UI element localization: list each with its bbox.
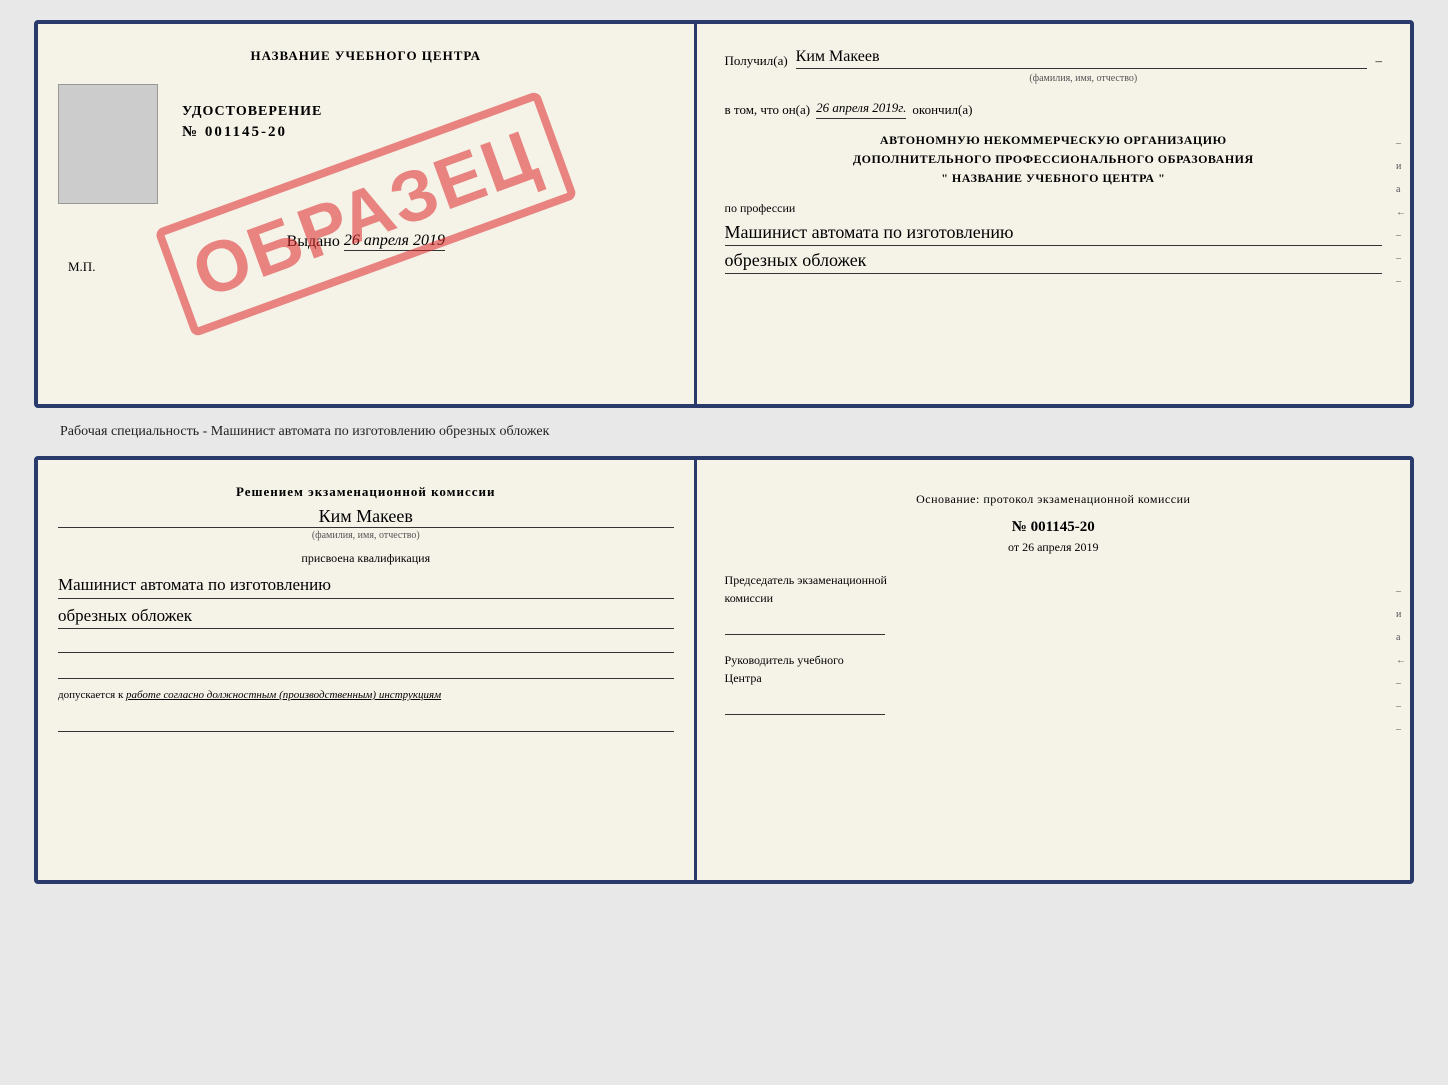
side-marks-top: – и а ← – – – bbox=[1396, 138, 1406, 287]
po-professii-label: по профессии bbox=[725, 201, 1382, 216]
kvalif-line2: обрезных обложек bbox=[58, 603, 674, 630]
ot-date: от 26 апреля 2019 bbox=[725, 540, 1382, 555]
small-line-3 bbox=[58, 712, 674, 732]
resheniem-text: Решением экзаменационной комиссии bbox=[58, 484, 674, 500]
udostoverenie-title: УДОСТОВЕРЕНИЕ bbox=[182, 104, 322, 120]
udostoverenie-number: № 001145-20 bbox=[182, 124, 322, 141]
predsedatel-line2: комиссии bbox=[725, 589, 1382, 607]
dopusk-italic: работе согласно должностным (производств… bbox=[126, 689, 441, 701]
rukovoditel-line2: Центра bbox=[725, 669, 1382, 687]
side-marks-bottom: – и а ← – – – bbox=[1396, 586, 1406, 735]
profession-line1: Машинист автомата по изготовлению bbox=[725, 220, 1382, 246]
avtonom-block: АВТОНОМНУЮ НЕКОММЕРЧЕСКУЮ ОРГАНИЗАЦИЮ ДО… bbox=[725, 131, 1382, 189]
prisvoena-label: присвоена квалификация bbox=[58, 551, 674, 566]
predsedatel-line1: Председатель экзаменационной bbox=[725, 571, 1382, 589]
bottom-doc-left: Решением экзаменационной комиссии Ким Ма… bbox=[38, 460, 697, 880]
small-line-2 bbox=[58, 659, 674, 679]
bottom-document: Решением экзаменационной комиссии Ким Ма… bbox=[34, 456, 1414, 884]
bottom-doc-right: Основание: протокол экзаменационной коми… bbox=[697, 460, 1410, 880]
ot-label: от bbox=[1008, 540, 1019, 554]
photo-placeholder bbox=[58, 84, 158, 204]
poluchil-dash: – bbox=[1375, 53, 1382, 69]
predsedatel-block: Председатель экзаменационной комиссии bbox=[725, 571, 1382, 635]
vtom-line: в том, что он(а) 26 апреля 2019г. окончи… bbox=[725, 100, 1382, 119]
protocol-number: № 001145-20 bbox=[725, 519, 1382, 536]
ot-date-val: 26 апреля 2019 bbox=[1022, 540, 1098, 554]
school-name-top: НАЗВАНИЕ УЧЕБНОГО ЦЕНТРА bbox=[251, 48, 482, 64]
dopusk-prefix: допускается к bbox=[58, 689, 123, 701]
bottom-right-content: Основание: протокол экзаменационной коми… bbox=[725, 484, 1382, 715]
avtonom-line2: ДОПОЛНИТЕЛЬНОГО ПРОФЕССИОНАЛЬНОГО ОБРАЗО… bbox=[725, 150, 1382, 169]
poluchil-line: Получил(а) Ким Макеев – bbox=[725, 48, 1382, 69]
kvalif-line1: Машинист автомата по изготовлению bbox=[58, 572, 674, 599]
avtonom-line3: " НАЗВАНИЕ УЧЕБНОГО ЦЕНТРА " bbox=[725, 169, 1382, 188]
poluchil-name: Ким Макеев bbox=[796, 48, 1368, 69]
predsedatel-sign-line bbox=[725, 611, 885, 635]
vtom-date: 26 апреля 2019г. bbox=[816, 100, 906, 119]
profession-line2: обрезных обложек bbox=[725, 248, 1382, 274]
between-label: Рабочая специальность - Машинист автомат… bbox=[60, 424, 549, 440]
top-doc-left: НАЗВАНИЕ УЧЕБНОГО ЦЕНТРА УДОСТОВЕРЕНИЕ №… bbox=[38, 24, 697, 404]
poluchil-label: Получил(а) bbox=[725, 53, 788, 69]
avtonom-line1: АВТОНОМНУЮ НЕКОММЕРЧЕСКУЮ ОРГАНИЗАЦИЮ bbox=[725, 131, 1382, 150]
top-document: НАЗВАНИЕ УЧЕБНОГО ЦЕНТРА УДОСТОВЕРЕНИЕ №… bbox=[34, 20, 1414, 408]
rukovoditel-line1: Руководитель учебного bbox=[725, 651, 1382, 669]
vtom-label: в том, что он(а) bbox=[725, 102, 811, 118]
mp-line: М.П. bbox=[58, 259, 674, 275]
bottom-name: Ким Макеев bbox=[58, 506, 674, 528]
okonchil-label: окончил(а) bbox=[912, 102, 972, 118]
vydano-label: Выдано bbox=[287, 233, 340, 251]
top-doc-right: Получил(а) Ким Макеев – (фамилия, имя, о… bbox=[697, 24, 1410, 404]
dopusk-text: допускается к работе согласно должностны… bbox=[58, 687, 674, 704]
small-line-1 bbox=[58, 633, 674, 653]
fio-small: (фамилия, имя, отчество) bbox=[58, 530, 674, 541]
rukovoditel-block: Руководитель учебного Центра bbox=[725, 651, 1382, 715]
rukovoditel-sign-line bbox=[725, 691, 885, 715]
osnovanie-text: Основание: протокол экзаменационной коми… bbox=[725, 492, 1382, 507]
vydano-row: Выдано 26 апреля 2019 bbox=[287, 232, 445, 251]
cert-details: УДОСТОВЕРЕНИЕ № 001145-20 bbox=[182, 104, 322, 141]
vydano-date: 26 апреля 2019 bbox=[344, 232, 445, 251]
fio-label-top: (фамилия, имя, отчество) bbox=[785, 73, 1382, 84]
